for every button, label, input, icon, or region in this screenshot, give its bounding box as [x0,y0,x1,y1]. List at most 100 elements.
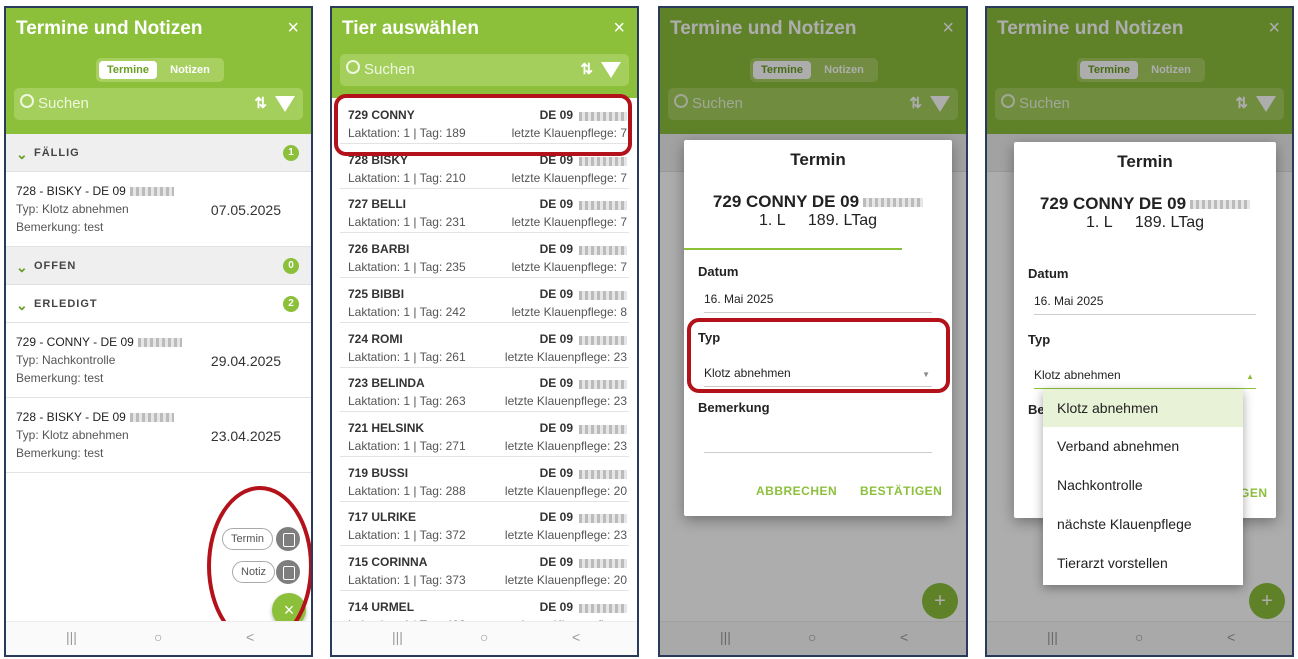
menu-item-klotz[interactable]: Klotz abnehmen [1043,389,1243,427]
confirm-button[interactable]: GEN [1240,486,1268,500]
last-hoof-care: letzte Klauenpflege: 7 [511,170,627,185]
back-icon[interactable]: < [572,629,580,645]
animal-row[interactable]: 723 BELINDA DE 09 Laktation: 1 | Tag: 263 l… [340,368,629,413]
redacted-id [579,246,627,256]
redacted-id [129,413,174,423]
dialog-title: Termin [1117,152,1173,171]
sort-icon[interactable]: ⇅ [254,94,267,112]
menu-item-klauenpflege[interactable]: nächste Klauenpflege [1043,505,1243,543]
redacted-id [129,187,174,197]
search-placeholder: Suchen [364,61,415,78]
last-hoof-care: letzte Klauenpflege: 23 [504,349,627,364]
group-label: ERLEDIGT [34,298,98,310]
list-item[interactable]: 728 - BISKY - DE 09 Typ: Klotz abnehmen … [6,172,311,247]
count-badge: 0 [283,258,299,274]
group-header-erledigt[interactable]: ⌄ ERLEDIGT 2 [6,285,311,323]
lactation-info: Laktation: 1 | Tag: 261 [348,349,466,364]
redacted-id [579,201,627,211]
item-date: 23.04.2025 [210,428,281,444]
search-input[interactable]: Suchen ⇅ [340,54,629,86]
typ-select[interactable]: Klotz abnehmen [1034,368,1121,382]
animal-ear-tag: DE 09 [539,197,573,212]
list-item[interactable]: 728 - BISKY - DE 09 Typ: Klotz abnehmen … [6,398,311,473]
group-header-faellig[interactable]: ⌄ FÄLLIG 1 [6,134,311,172]
redacted-id [579,290,627,300]
menu-item-tierarzt[interactable]: Tierarzt vorstellen [1043,544,1243,582]
menu-item-nachkontrolle[interactable]: Nachkontrolle [1043,466,1243,504]
close-icon[interactable]: × [287,17,299,40]
item-title: 728 - BISKY - DE 09 [16,410,126,424]
home-icon[interactable]: ○ [154,629,162,645]
chevron-down-icon: ⌄ [16,146,28,162]
tab-termine[interactable]: Termine [99,61,157,79]
animal-row[interactable]: 715 CORINNA DE 09 Laktation: 1 | Tag: 373 l… [340,547,629,591]
screen-tier-auswaehlen: Tier auswählen × Suchen ⇅ 729 CONNY DE 09… [330,6,639,657]
datum-label: Datum [698,264,739,279]
last-hoof-care: letzte Klauenpflege: 7 [511,215,627,230]
chevron-down-icon: ⌄ [16,297,28,313]
animal-ear-tag: DE 09 [539,599,573,614]
close-icon[interactable]: × [613,17,625,40]
dialog-title: Termin [790,150,846,169]
recent-apps-icon[interactable]: ||| [66,629,77,645]
android-nav-bar: ||| ○ < [6,621,311,655]
underline [1034,314,1256,315]
item-type: Typ: Nachkontrolle [16,353,116,367]
animal-row[interactable]: 727 BELLI DE 09 Laktation: 1 | Tag: 231 let… [340,189,629,234]
menu-item-verband[interactable]: Verband abnehmen [1043,427,1243,465]
animal-row[interactable]: 719 BUSSI DE 09 Laktation: 1 | Tag: 288 let… [340,458,629,502]
item-date: 07.05.2025 [210,202,281,218]
lactation-info: Laktation: 1 | Tag: 373 [348,573,466,587]
animal-ear-tag: DE 09 [539,242,573,257]
confirm-button[interactable]: BESTÄTIGEN [860,484,942,498]
animal-line: 729 CONNY DE 09 [1014,194,1276,214]
search-input[interactable]: Suchen ⇅ [14,88,303,120]
tab-notizen[interactable]: Notizen [160,61,220,79]
lactation-number: 1. L [758,212,786,229]
recent-apps-icon[interactable]: ||| [392,629,403,645]
search-placeholder: Suchen [38,95,89,112]
item-title: 728 - BISKY - DE 09 [16,184,126,198]
animal-name: 715 CORINNA [348,555,428,569]
dropdown-arrow-up-icon[interactable]: ▲ [1246,372,1254,381]
datum-field[interactable]: 16. Mai 2025 [1034,294,1103,308]
back-icon[interactable]: < [246,629,254,645]
cancel-button[interactable]: ABBRECHEN [756,484,837,498]
redacted-id [137,338,182,348]
screen-termine-list: Termine und Notizen × Termine Notizen Su… [4,6,313,657]
typ-dropdown-menu: Klotz abnehmen Verband abnehmen Nachkont… [1043,389,1243,585]
termin-dialog: Termin 729 CONNY DE 09 1. L 189. LTag Da… [684,140,952,516]
animal-ear-tag: DE 09 [539,286,573,301]
count-badge: 2 [283,296,299,312]
filter-icon[interactable] [275,96,295,112]
group-header-offen[interactable]: ⌄ OFFEN 0 [6,247,311,285]
animal-row[interactable]: 726 BARBI DE 09 Laktation: 1 | Tag: 235 let… [340,234,629,279]
animal-row[interactable]: 725 BIBBI DE 09 Laktation: 1 | Tag: 242 let… [340,279,629,323]
home-icon[interactable]: ○ [480,629,488,645]
filter-icon[interactable] [601,62,621,78]
animal-row[interactable]: 717 ULRIKE DE 09 Laktation: 1 | Tag: 372 le… [340,502,629,547]
typ-label: Typ [1028,332,1051,347]
animal-ear-tag: DE 09 [539,510,573,525]
list-item[interactable]: 729 - CONNY - DE 09 Typ: Nachkontrolle B… [6,323,311,398]
bemerkung-field[interactable] [704,452,932,453]
animal-name: 723 BELINDA [348,376,425,391]
lactation-number: 1. L [1085,214,1113,231]
highlight-frame [334,94,632,156]
highlight-frame [687,318,950,393]
last-hoof-care: letzte Klauenpflege: 8 [511,304,627,319]
sort-icon[interactable]: ⇅ [580,60,593,78]
item-type: Typ: Klotz abnehmen [16,428,129,442]
lactation-info: Laktation: 1 | Tag: 235 [348,260,466,275]
last-hoof-care: letzte Klauenpflege: 23 [504,438,627,453]
redacted-id [1190,200,1251,210]
animal-row[interactable]: 724 ROMI DE 09 Laktation: 1 | Tag: 261 letz… [340,324,629,368]
page-title: Termine und Notizen [16,18,203,39]
lactation-line: 1. L 189. LTag [684,212,952,230]
search-icon [346,60,360,74]
lactation-info: Laktation: 1 | Tag: 288 [348,483,466,498]
datum-field[interactable]: 16. Mai 2025 [704,292,773,306]
count-badge: 1 [283,145,299,161]
redacted-id [579,514,627,524]
animal-row[interactable]: 721 HELSINK DE 09 Laktation: 1 | Tag: 271 l… [340,413,629,457]
